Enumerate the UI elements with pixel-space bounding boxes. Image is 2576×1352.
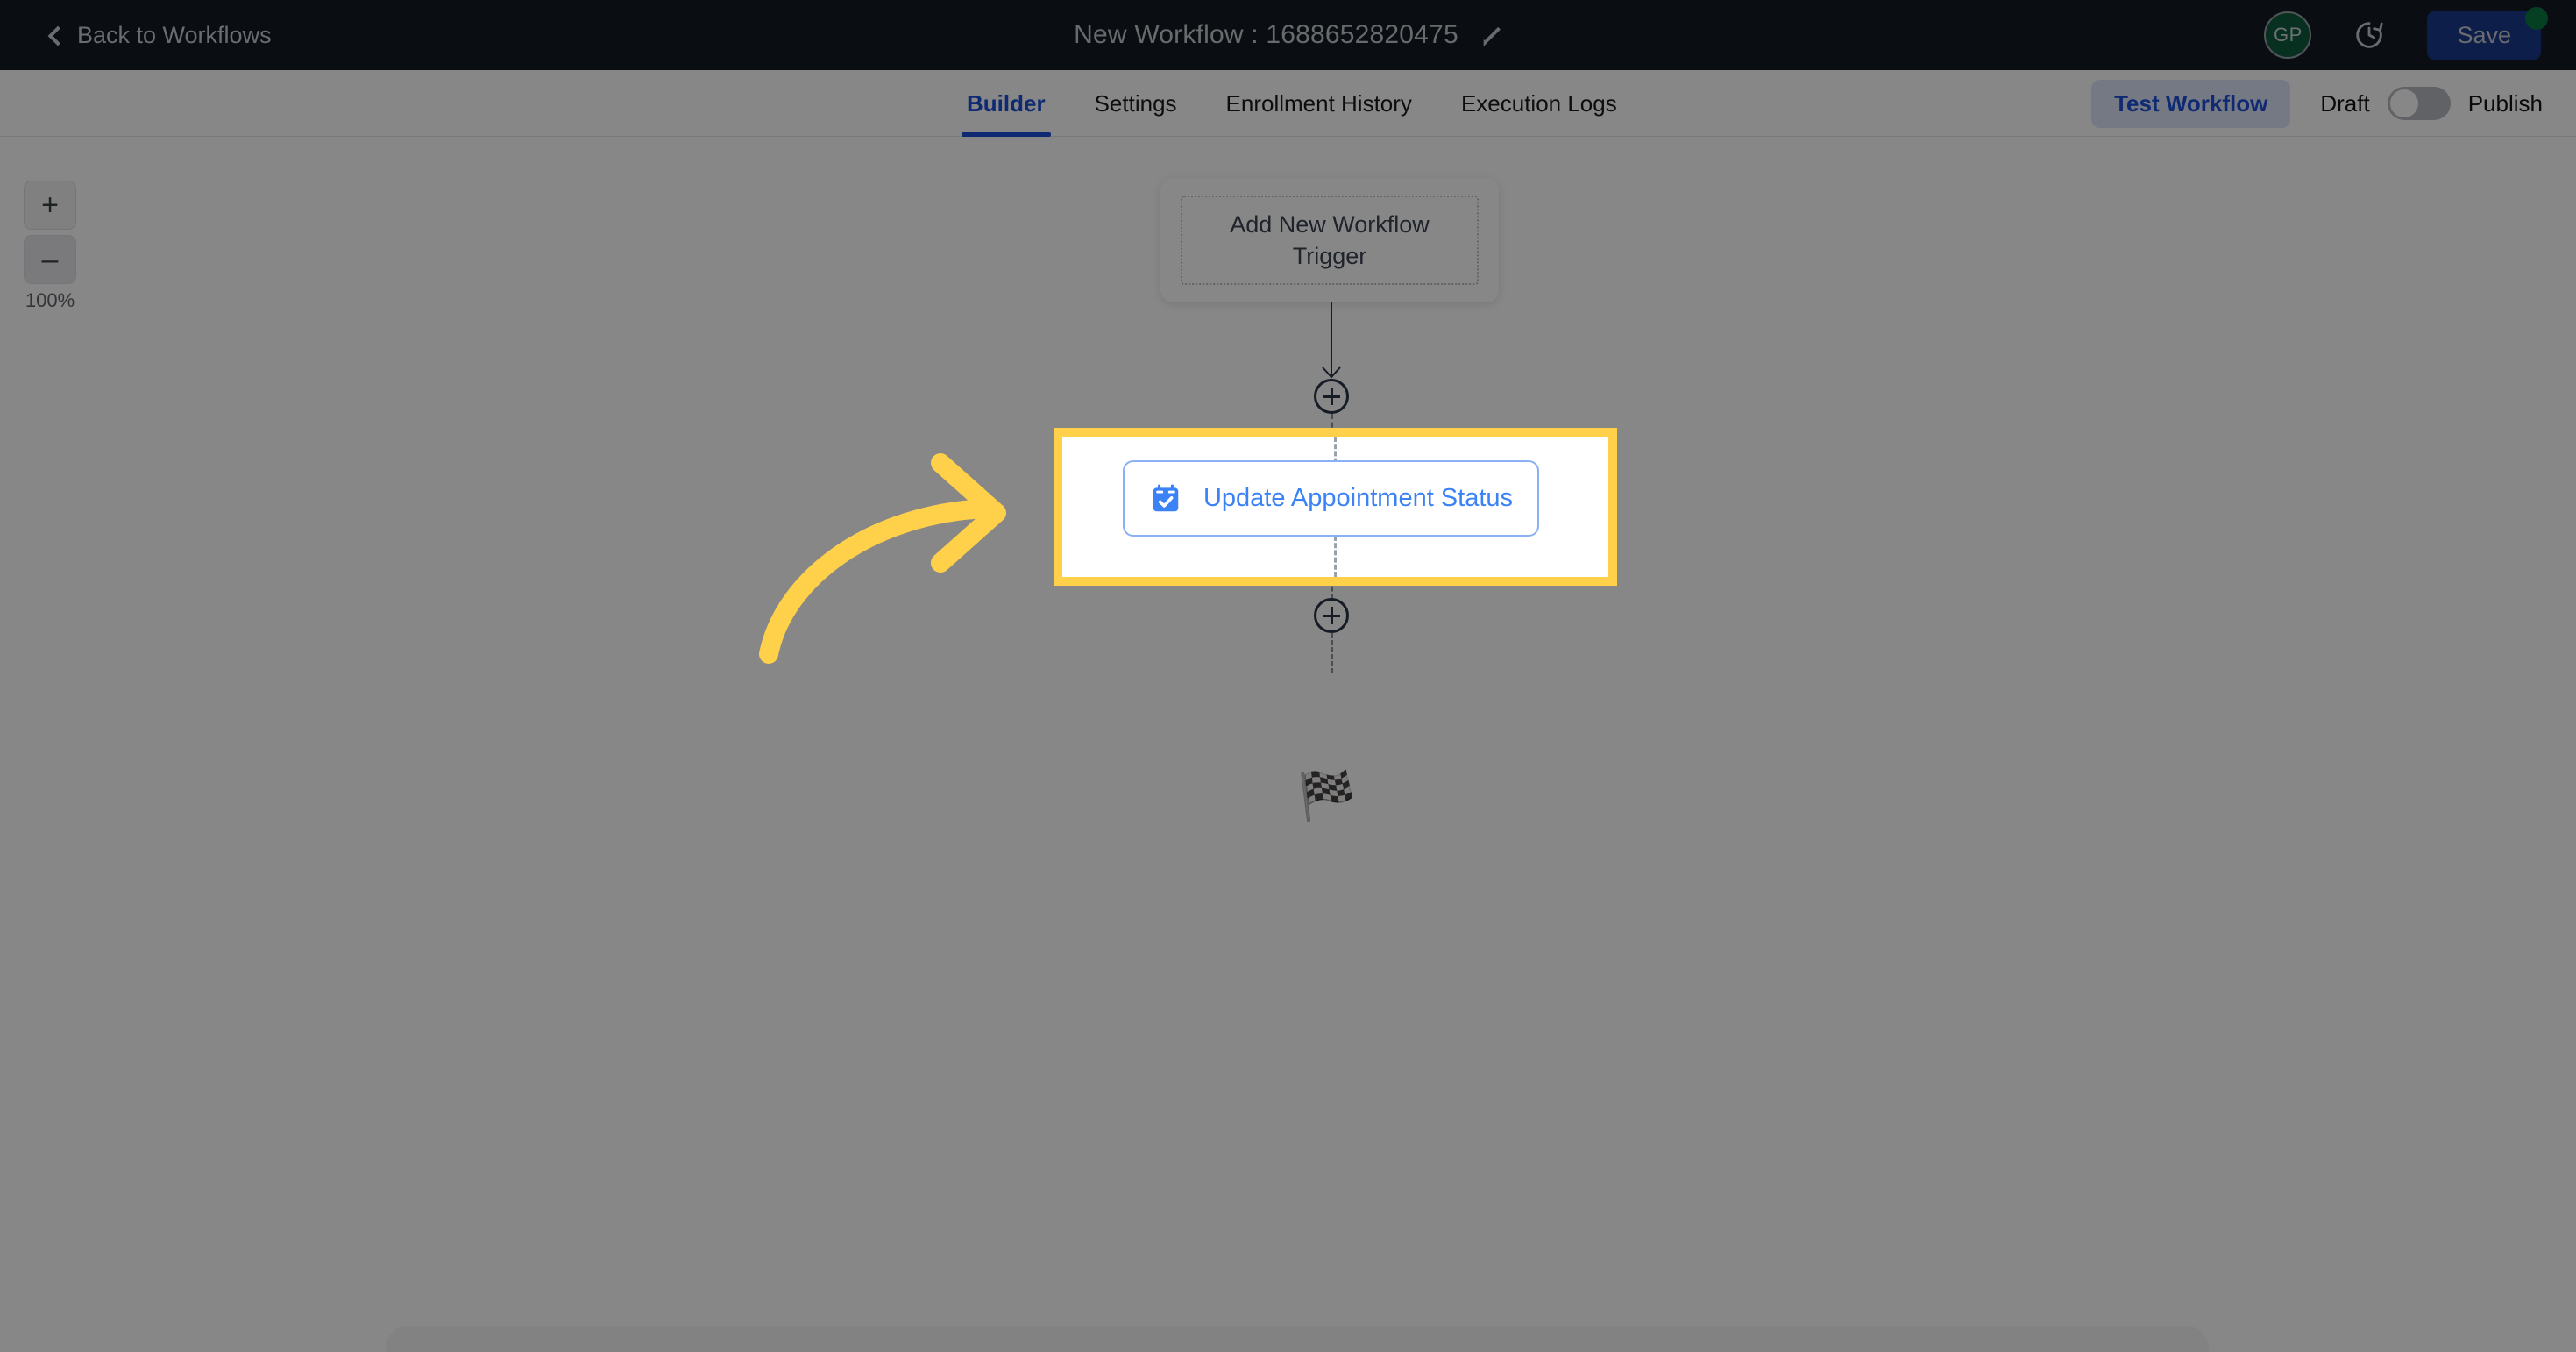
save-button[interactable]: Save [2427,10,2541,60]
add-step-button-1[interactable] [1314,379,1349,414]
notification-dot-icon [2525,6,2548,30]
tab-execution-logs-label: Execution Logs [1460,89,1617,117]
workflow-finish-flag-icon: 🏁 [1297,770,1357,822]
tab-settings-label: Settings [1094,89,1177,117]
publish-label: Publish [2467,89,2543,117]
tab-bar-actions: Test Workflow Draft Publish [2091,70,2543,137]
chevron-left-icon [47,25,68,46]
bottom-panel-edge [386,1326,2209,1352]
back-to-workflows-button[interactable]: Back to Workflows [47,21,272,49]
zoom-controls: + – 100% [16,181,84,312]
pencil-icon[interactable] [1480,24,1502,46]
tab-execution-logs[interactable]: Execution Logs [1437,70,1642,137]
highlighted-action-card-label: Update Appointment Status [1203,484,1514,512]
back-to-workflows-label: Back to Workflows [77,21,272,48]
spotlight-connector-bottom [1334,536,1337,577]
zoom-in-button[interactable]: + [24,181,76,230]
calendar-check-icon [1153,484,1179,511]
workflow-title-group: New Workflow : 1688652820475 [1074,20,1502,50]
page-title: New Workflow : 1688652820475 [1074,20,1458,49]
top-bar: Back to Workflows New Workflow : 1688652… [0,0,2576,70]
workflow-canvas[interactable]: + – 100% Add New Workflow Trigger 🏁 [0,137,2576,1352]
avatar-initials: GP [2274,24,2303,46]
tab-builder-label: Builder [967,89,1046,117]
top-bar-actions: GP Save [2264,0,2548,70]
highlight-spotlight: Update Appointment Status [1054,428,1617,586]
clock-history-icon[interactable] [2352,18,2387,53]
add-workflow-trigger-card[interactable]: Add New Workflow Trigger [1160,178,1499,302]
draft-label: Draft [2320,89,2370,117]
zoom-level-label: 100% [25,289,75,311]
tab-settings[interactable]: Settings [1070,70,1202,137]
avatar[interactable]: GP [2264,11,2312,59]
save-button-wrapper: Save [2427,6,2548,60]
curved-arrow-right-icon [759,453,1006,664]
add-step-button-2[interactable] [1314,598,1349,633]
tab-enrollment-history[interactable]: Enrollment History [1202,70,1437,137]
tab-builder[interactable]: Builder [942,70,1070,137]
publish-toggle-group: Draft Publish [2320,87,2543,120]
zoom-out-button[interactable]: – [24,235,76,284]
workflow-builder-page: Back to Workflows New Workflow : 1688652… [0,0,2576,1352]
publish-toggle[interactable] [2387,87,2451,120]
test-workflow-button[interactable]: Test Workflow [2091,79,2291,128]
highlighted-action-card[interactable]: Update Appointment Status [1123,460,1539,537]
add-workflow-trigger-label: Add New Workflow Trigger [1181,196,1479,285]
connector-dashed-3 [1331,633,1333,673]
tab-bar: Builder Settings Enrollment History Exec… [0,70,2576,137]
spotlight-content: Update Appointment Status [1062,437,1608,577]
tab-enrollment-history-label: Enrollment History [1225,89,1412,117]
toggle-knob [2389,89,2418,117]
connector-arrowhead-1 [1322,366,1341,379]
tab-list: Builder Settings Enrollment History Exec… [942,70,1642,137]
